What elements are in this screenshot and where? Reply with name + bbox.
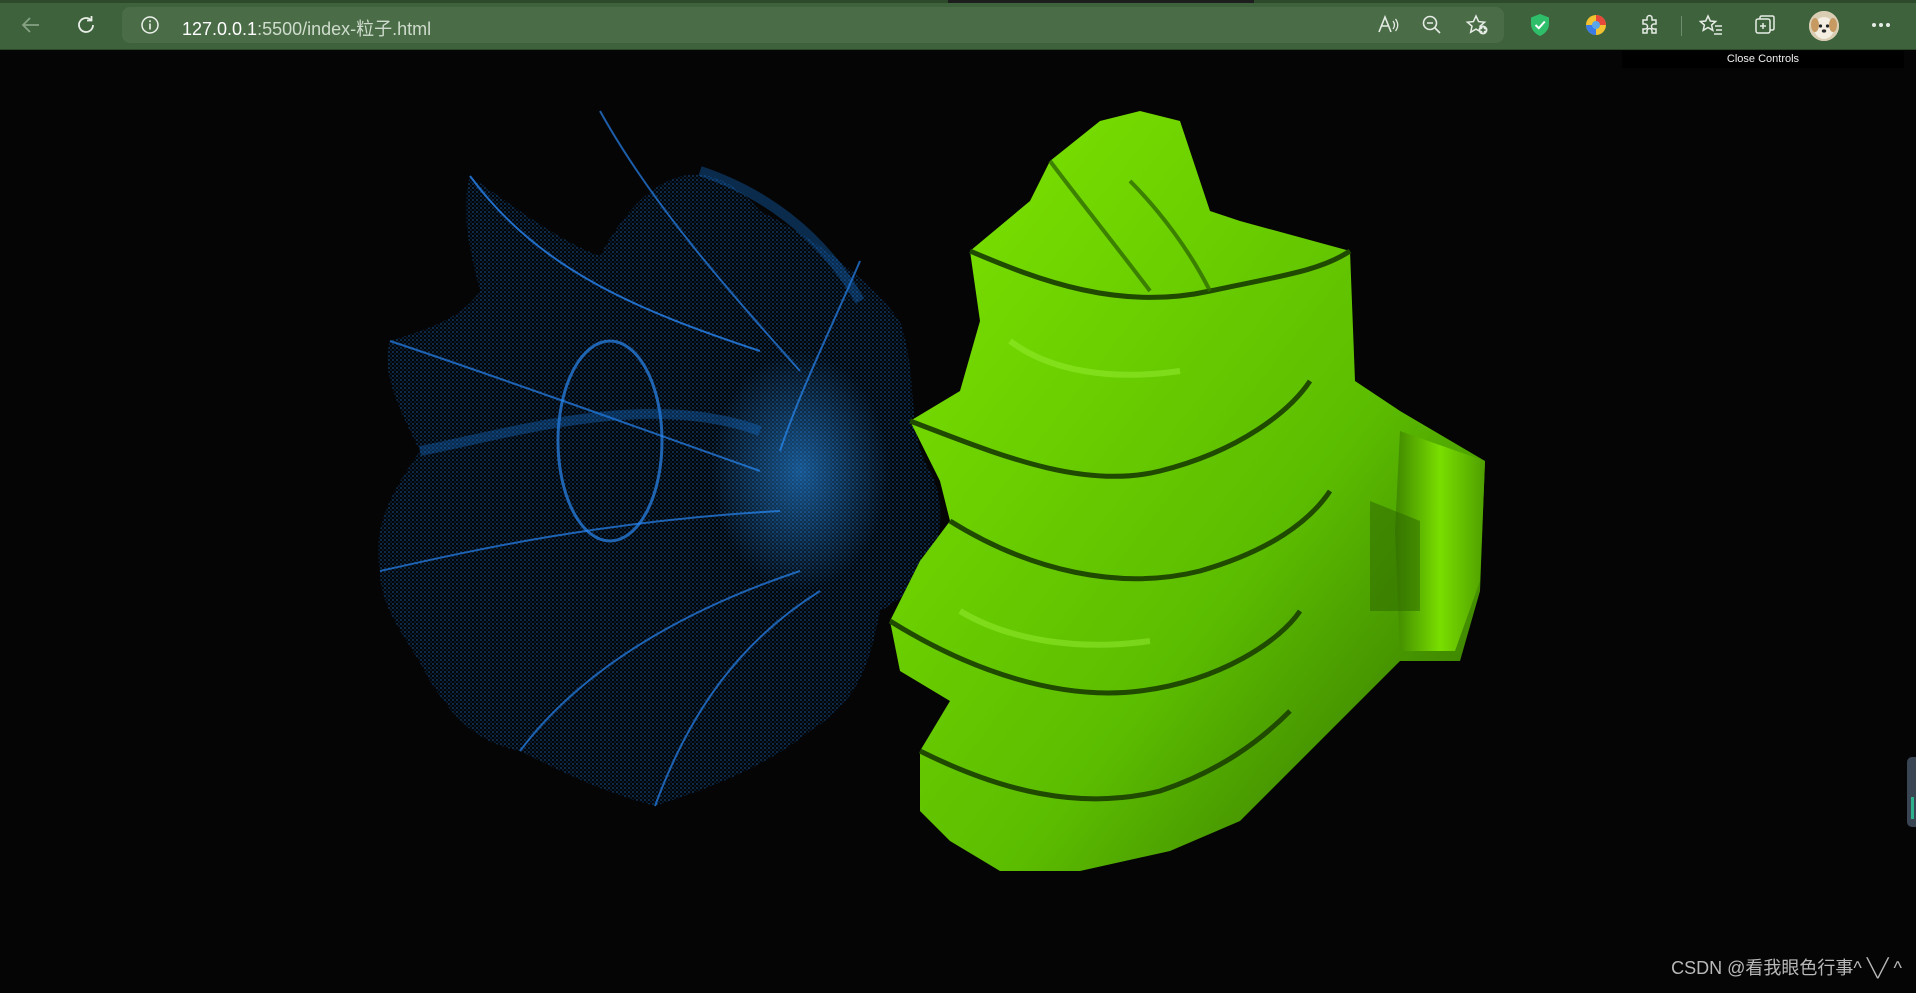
address-bar[interactable]: 127.0.0.1:5500/index-粒子.html <box>122 7 1504 43</box>
scene-render <box>0 51 1916 988</box>
webgl-canvas[interactable] <box>0 51 1916 988</box>
favorites-button[interactable] <box>1695 10 1727 40</box>
read-aloud-icon <box>1376 14 1400 36</box>
collections-button[interactable] <box>1749 10 1781 40</box>
active-tab-indicator <box>948 0 1254 3</box>
zoom-button[interactable] <box>1419 14 1445 36</box>
add-favorite-button[interactable] <box>1464 14 1490 36</box>
url-text[interactable]: 127.0.0.1:5500/index-粒子.html <box>182 15 431 41</box>
extensions-button[interactable] <box>1634 10 1666 40</box>
particle-impeller <box>378 111 940 806</box>
info-icon <box>140 15 160 35</box>
url-path: :5500/index-粒子.html <box>257 19 431 39</box>
toolbar-separator <box>1681 16 1682 36</box>
back-button[interactable] <box>14 9 48 41</box>
site-info-button[interactable] <box>140 15 160 40</box>
refresh-icon <box>75 14 97 36</box>
tab-strip <box>0 0 1916 3</box>
side-panel-indicator <box>1911 797 1914 819</box>
zoom-out-icon <box>1421 14 1443 36</box>
watermark: CSDN @看我眼色行事^ ╲╱ ^ <box>1671 954 1902 980</box>
puzzle-icon <box>1638 13 1662 37</box>
favorites-icon <box>1699 14 1723 36</box>
read-aloud-button[interactable] <box>1375 14 1401 36</box>
color-extension-button[interactable] <box>1580 10 1612 40</box>
add-favorite-icon <box>1465 14 1489 36</box>
collections-icon <box>1753 13 1777 37</box>
avatar[interactable] <box>1809 11 1839 41</box>
side-panel-handle[interactable] <box>1907 757 1916 827</box>
color-extension-icon <box>1584 13 1608 37</box>
back-arrow-icon <box>20 14 42 36</box>
more-icon <box>1870 22 1892 28</box>
dog-avatar-icon <box>1809 11 1839 41</box>
solid-impeller <box>890 111 1485 871</box>
shield-extension-button[interactable] <box>1524 10 1556 40</box>
refresh-button[interactable] <box>69 9 103 41</box>
url-host: 127.0.0.1 <box>182 19 257 39</box>
shield-icon <box>1529 13 1551 37</box>
browser-toolbar: 127.0.0.1:5500/index-粒子.html <box>0 0 1916 50</box>
more-button[interactable] <box>1865 10 1897 40</box>
close-controls-button[interactable]: Close Controls <box>1622 51 1904 68</box>
